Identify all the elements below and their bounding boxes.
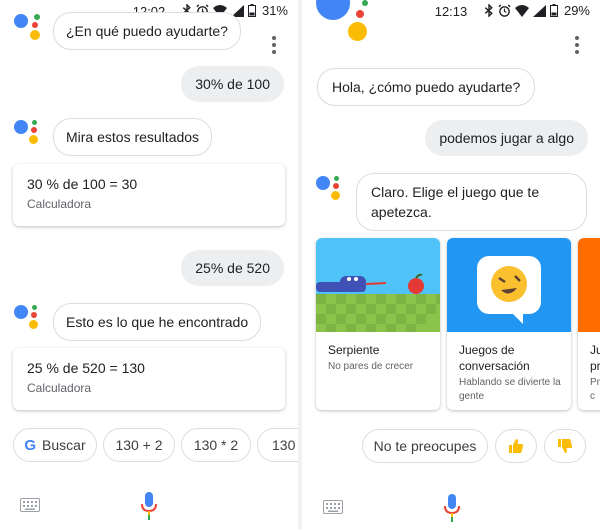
game-title: Ju pr Pr c — [590, 342, 600, 404]
assistant-message: Mira estos resultados — [53, 118, 213, 156]
suggestion-chip[interactable]: No te preocupes — [362, 429, 488, 463]
google-g-icon: G — [24, 436, 37, 454]
battery-percentage: 29% — [563, 3, 590, 18]
result-value: 25 % de 520 = 130 — [27, 360, 145, 376]
assistant-logo-icon — [14, 305, 44, 335]
thumbs-down-icon — [558, 439, 573, 453]
user-message: 30% de 100 — [181, 66, 284, 102]
keyboard-icon[interactable] — [323, 500, 343, 514]
suggestion-chip[interactable]: 130 * 2 — [181, 428, 251, 462]
alarm-icon — [498, 4, 511, 17]
suggestion-chip[interactable]: 130 + 2 — [103, 428, 175, 462]
wifi-icon — [514, 4, 529, 17]
assistant-greeting: Hola, ¿cómo puedo ayudarte? — [317, 68, 536, 106]
calculator-result-card[interactable]: 30 % de 100 = 30 Calculadora — [13, 164, 285, 226]
thumbs-down-chip[interactable] — [544, 429, 586, 463]
keyboard-icon[interactable] — [20, 498, 40, 512]
game-card-snake[interactable]: Serpiente No pares de crecer — [316, 238, 440, 410]
microphone-icon[interactable] — [443, 494, 461, 522]
user-message: podemos jugar a algo — [425, 120, 588, 156]
assistant-message: Esto es lo que he encontrado — [53, 303, 262, 341]
game-card-conversation[interactable]: Juegos de conversación Hablando se divie… — [447, 238, 571, 410]
battery-icon — [549, 4, 558, 17]
game-card-partial[interactable]: Ju pr Pr c — [578, 238, 600, 410]
thumbs-up-icon — [509, 439, 524, 453]
more-options-icon[interactable] — [272, 36, 276, 57]
assistant-logo-icon — [14, 14, 44, 44]
conversation-game-art — [447, 238, 571, 332]
game-subtitle: Pr c — [590, 377, 600, 402]
snake-game-art — [316, 238, 440, 332]
partial-game-art — [578, 238, 600, 332]
user-message: 25% de 520 — [181, 250, 284, 286]
result-source: Calculadora — [27, 381, 92, 395]
battery-icon — [247, 4, 256, 17]
calculator-result-card[interactable]: 25 % de 520 = 130 Calculadora — [13, 348, 285, 410]
assistant-greeting: ¿En qué puedo ayudarte? — [53, 12, 241, 50]
game-title: Serpiente No pares de crecer — [328, 343, 414, 372]
left-screen: 12:02 31% ¿En qué puedo ayudarte? 30% de… — [0, 0, 298, 529]
microphone-icon[interactable] — [140, 492, 158, 520]
assistant-logo-icon — [316, 0, 376, 58]
chip-label: Buscar — [42, 437, 86, 453]
assistant-message: Claro. Elige el juego que te apetezca. — [356, 173, 587, 231]
result-value: 30 % de 100 = 30 — [27, 176, 138, 192]
game-subtitle: Hablando se divierte la gente — [459, 377, 561, 402]
assistant-logo-icon — [14, 120, 44, 150]
game-subtitle: No pares de crecer — [328, 361, 414, 372]
chip-search[interactable]: G Buscar — [13, 428, 97, 462]
result-source: Calculadora — [27, 197, 92, 211]
game-title: Juegos de conversación Hablando se divie… — [459, 342, 563, 404]
assistant-logo-icon — [316, 176, 346, 206]
right-screen: 12:13 29% Hola, ¿cómo puedo ayudarte? po… — [302, 0, 600, 529]
battery-percentage: 31% — [261, 3, 288, 18]
thumbs-up-chip[interactable] — [495, 429, 537, 463]
more-options-icon[interactable] — [575, 36, 579, 57]
suggestion-chip[interactable]: 130 , — [257, 428, 298, 462]
bluetooth-icon — [484, 4, 493, 17]
signal-icon — [532, 4, 546, 17]
